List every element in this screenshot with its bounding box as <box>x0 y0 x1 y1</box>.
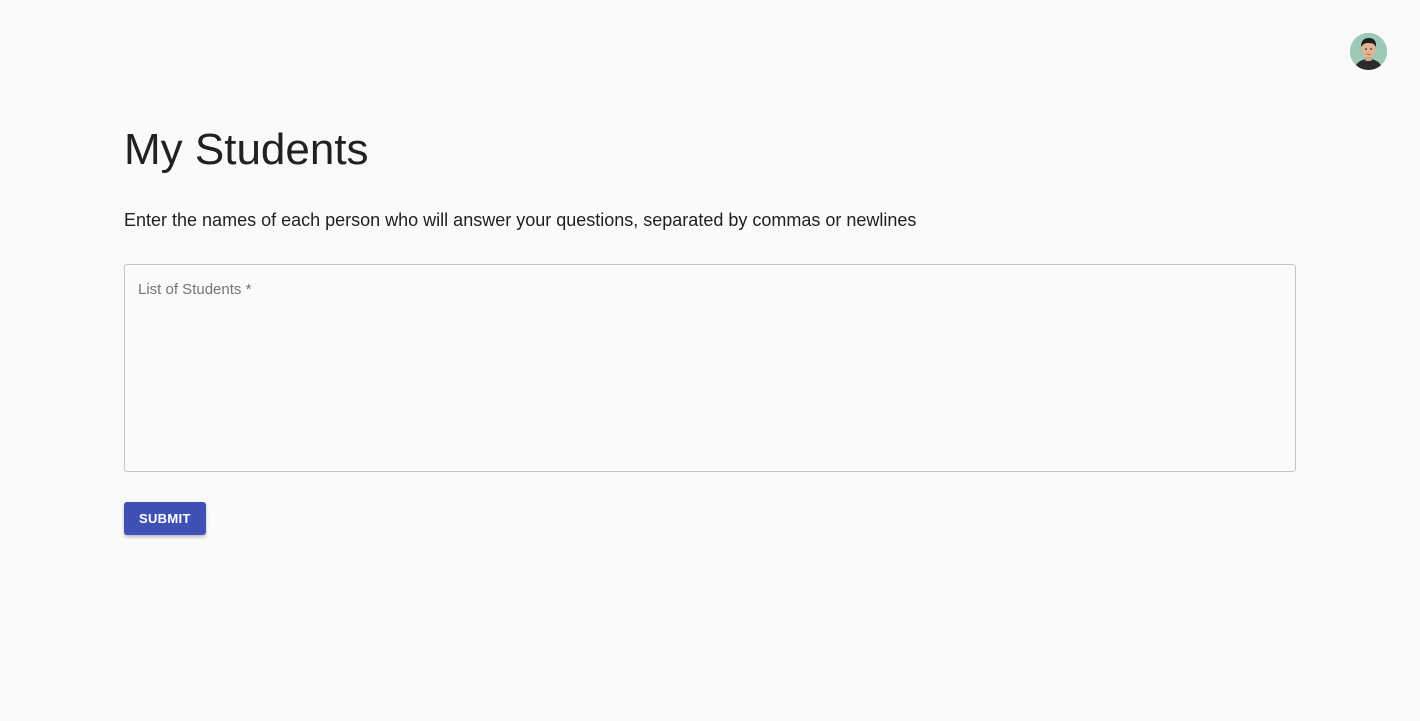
instructions-text: Enter the names of each person who will … <box>124 210 917 230</box>
page-title: My Students <box>124 125 369 174</box>
students-textarea[interactable] <box>125 265 1295 471</box>
main-content: My Students Enter the names of each pers… <box>124 122 1296 535</box>
user-avatar[interactable] <box>1350 33 1387 70</box>
submit-button[interactable]: SUBMIT <box>124 502 206 535</box>
page: My Students Enter the names of each pers… <box>0 0 1420 721</box>
students-field-container <box>124 264 1296 472</box>
avatar-icon <box>1350 33 1387 70</box>
